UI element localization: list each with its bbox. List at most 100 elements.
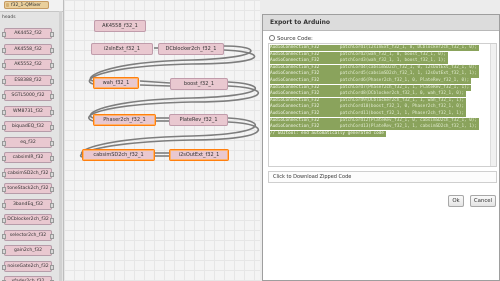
cancel-button[interactable]: Cancel xyxy=(470,195,496,207)
code-line-type: AudioConnection_F32 xyxy=(270,71,320,77)
palette-scrollbar[interactable] xyxy=(59,11,62,281)
palette-item-label: AK4452_f32 xyxy=(14,31,42,36)
source-code-label-text: Source Code: xyxy=(277,36,313,42)
code-line-statement: patchCord13(PlateRev_f32_1, 1, cabsimSD2… xyxy=(319,124,477,130)
palette-item-label: 3bandEq_f32 xyxy=(12,201,44,207)
output-port xyxy=(50,233,54,239)
input-port xyxy=(2,249,6,254)
palette-item-label: eq_f32 xyxy=(20,139,36,145)
code-line: AudioConnection_F32 patchCord8(DCblocker… xyxy=(270,91,467,98)
palette-item[interactable]: biquadEQ_f32 xyxy=(2,121,54,132)
palette-item[interactable]: AK4558_f32 xyxy=(2,43,54,55)
input-port xyxy=(2,218,6,223)
flow-canvas[interactable]: AK4558_f32_1 i2sInExt_f32_1 DCblocker2ch… xyxy=(64,0,260,281)
palette-item[interactable]: noiseGate2ch_f32 xyxy=(2,260,54,272)
palette-item[interactable]: ES8388_f32 xyxy=(2,74,54,86)
source-code-box[interactable]: AudioConnection_F32 patchCord1(i2sInExt_… xyxy=(268,43,497,167)
output-port xyxy=(50,78,54,84)
palette-item-label: biquadEQ_f32 xyxy=(11,124,45,129)
code-line-type: // GUItool: end automatically generated … xyxy=(270,130,384,136)
palette-item-label: DCblocker2ch_f32 xyxy=(7,217,49,222)
node-ak4558[interactable]: AK4558_f32_1 xyxy=(94,20,146,32)
output-port xyxy=(50,109,54,115)
code-line: // GUItool: end automatically generated … xyxy=(270,130,386,138)
palette-item[interactable]: eq_f32 xyxy=(2,136,54,148)
palette-item-label: WM8731_f32 xyxy=(13,108,43,114)
output-port xyxy=(50,156,54,161)
palette-header: f32_1-QMixer xyxy=(0,0,63,12)
code-line: AudioConnection_F32 patchCord5(cabsimSD2… xyxy=(270,71,479,78)
code-line: AudioConnection_F32 patchCord2(wah_f32_1… xyxy=(270,51,448,58)
palette-item-label: ES8388_f32 xyxy=(14,77,42,83)
input-port xyxy=(2,187,6,192)
settings-icon xyxy=(269,35,275,41)
code-line-statement: patchCord10(boost_f32_1, 0, Phaser2ch_f3… xyxy=(319,104,465,110)
palette-item-label: AK5552_f32 xyxy=(14,62,42,67)
code-line: AudioConnection_F32 patchCord10(boost_f3… xyxy=(270,104,467,111)
dialog-title: Export to Arduino xyxy=(263,15,499,31)
code-line-type: AudioConnection_F32 xyxy=(270,111,320,116)
palette-item[interactable]: 3bandEq_f32 xyxy=(2,198,54,210)
output-port xyxy=(50,171,54,177)
palette-item[interactable]: selector2ch_f32 xyxy=(2,229,54,241)
input-port xyxy=(2,202,6,208)
code-line: AudioConnection_F32 patchCord6(Phaser2ch… xyxy=(270,78,472,85)
input-port xyxy=(2,94,6,99)
input-port xyxy=(2,32,6,37)
input-port xyxy=(2,140,6,146)
palette-item[interactable]: WM8731_f32 xyxy=(2,105,54,117)
palette-item[interactable]: DCblocker2ch_f32 xyxy=(2,214,54,225)
code-line-statement: patchCord4(cabsimSD2ch_f32_1, 0, i2sOutE… xyxy=(319,64,477,70)
input-port xyxy=(2,233,6,239)
palette-item-label: noiseGate2ch_f32 xyxy=(7,263,49,269)
source-code-label: Source Code: xyxy=(269,35,313,43)
code-line-type: AudioConnection_F32 xyxy=(270,104,320,110)
palette-item[interactable]: gain2ch_f32 xyxy=(2,245,54,256)
palette-item[interactable]: SGTL5000_f32 xyxy=(2,90,54,101)
output-port xyxy=(50,202,54,208)
node-i2sinext[interactable]: i2sInExt_f32_1 xyxy=(91,43,153,55)
node-wah[interactable]: wah_f32_1 xyxy=(93,77,139,89)
node-boost[interactable]: boost_f32_1 xyxy=(170,78,228,90)
code-line-statement: patchCord12(PlateRev_f32_1, 0, cabsimSD2… xyxy=(319,117,477,123)
palette-item[interactable]: toneStack2ch_f32 xyxy=(2,183,54,194)
code-line: AudioConnection_F32 patchCord13(PlateRev… xyxy=(270,124,479,131)
code-line: AudioConnection_F32 patchCord7(Phaser2ch… xyxy=(270,84,472,91)
dialog-footer: Ok Cancel xyxy=(263,186,499,280)
palette-item-qmixer[interactable]: f32_1-QMixer xyxy=(4,1,49,9)
code-line: AudioConnection_F32 patchCord11(boost_f3… xyxy=(270,111,467,118)
code-scrollbar[interactable] xyxy=(490,44,496,166)
code-line-statement: patchCord9(DCblocker2ch_f32_1, 1, wah_f3… xyxy=(319,97,465,103)
wire-wah-boost-1 xyxy=(139,84,171,87)
code-line-statement: patchCord6(Phaser2ch_f32_1, 0, PlateRev_… xyxy=(319,78,470,83)
output-port xyxy=(50,187,54,192)
output-port xyxy=(50,218,54,223)
code-line-type: AudioConnection_F32 xyxy=(270,45,320,50)
download-zip-link[interactable]: Click to Download Zipped Code xyxy=(268,171,497,183)
code-line-type: AudioConnection_F32 xyxy=(270,124,320,130)
wire-wah-boost-0 xyxy=(139,80,171,84)
palette-item[interactable]: cabsimIR_f32 xyxy=(2,152,54,163)
palette-item-label: cabsimIR_f32 xyxy=(12,155,44,160)
palette-item[interactable]: AK5552_f32 xyxy=(2,59,54,70)
node-platerev[interactable]: PlateRev_f32_1 xyxy=(169,114,228,126)
input-port xyxy=(2,63,6,68)
node-i2soutext[interactable]: i2sOutExt_f32_1 xyxy=(169,149,229,161)
palette-item-label: AK4558_f32 xyxy=(14,46,42,52)
code-line-type: AudioConnection_F32 xyxy=(270,117,320,123)
palette-category-label[interactable]: heads xyxy=(0,15,63,21)
ok-button[interactable]: Ok xyxy=(448,195,464,207)
palette-item-label: toneStack2ch_f32 xyxy=(7,186,49,191)
code-line-type: AudioConnection_F32 xyxy=(270,51,320,57)
node-palette: f32_1-QMixer heads AK4452_f32 AK4558_f32 A… xyxy=(0,0,64,281)
code-line-statement: patchCord3(wah_f32_1, 1, boost_f32_1, 1)… xyxy=(319,58,446,64)
node-phaser[interactable]: Phaser2ch_f32_1 xyxy=(93,114,156,126)
palette-item-label: selector2ch_f32 xyxy=(9,232,47,238)
palette-item-label: cabsimSD2ch_f32 xyxy=(7,170,49,176)
palette-item[interactable]: xfader2ch_f32 xyxy=(2,276,54,281)
palette-item[interactable]: AK4452_f32 xyxy=(2,28,54,39)
node-dcblocker[interactable]: DCblocker2ch_f32_1 xyxy=(158,43,224,55)
node-cabsim[interactable]: cabsimSD2ch_f32_1 xyxy=(82,149,155,161)
output-port xyxy=(50,63,54,68)
palette-item[interactable]: cabsimSD2ch_f32 xyxy=(2,167,54,179)
